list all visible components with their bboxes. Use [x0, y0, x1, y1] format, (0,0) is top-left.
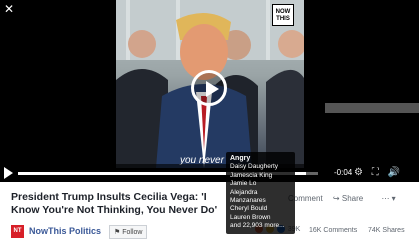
play-button[interactable] — [191, 70, 227, 106]
tooltip-name: Alejandra Manzanares — [230, 188, 266, 205]
video-controls: -0:04 ⚙ ⛶ 🔊 — [0, 164, 419, 182]
tooltip-name: Daisy Daugherty — [230, 163, 279, 171]
nowthis-logo: NOW THIS — [272, 4, 294, 26]
tooltip-more: and 22,903 more... — [230, 222, 285, 230]
overlay-bar — [325, 103, 419, 113]
play-icon[interactable] — [4, 167, 13, 179]
video-player[interactable]: ✕ NOW THIS you never -0:04 ⚙ ⛶ 🔊 — [0, 0, 419, 182]
tooltip-name: Jamescia King — [230, 171, 273, 179]
comments-count[interactable]: 16K Comments — [309, 227, 357, 234]
tooltip-header: Angry — [230, 155, 251, 162]
tooltip-name: Jamie Lo — [230, 180, 257, 188]
tooltip-name: Lauren Brown — [230, 213, 271, 221]
page-avatar[interactable]: NT — [11, 225, 24, 238]
share-button[interactable]: ↪ Share — [333, 194, 371, 203]
share-label: Share — [341, 194, 364, 203]
page-name[interactable]: NowThis Politics — [29, 226, 101, 236]
more-options-icon[interactable]: ⋯ ▾ — [381, 194, 395, 203]
tooltip-name: Cheryl Bould — [230, 205, 268, 213]
follow-button[interactable]: ⚑ Follow — [109, 225, 148, 239]
close-icon[interactable]: ✕ — [4, 2, 14, 16]
post-title[interactable]: President Trump Insults Cecilia Vega: 'I… — [11, 191, 226, 217]
shares-count[interactable]: 74K Shares — [368, 227, 405, 234]
follow-label: Follow — [122, 229, 143, 236]
reaction-tooltip: Angry Daisy Daugherty Jamescia King Jami… — [226, 152, 295, 234]
time-remaining: -0:04 — [334, 168, 353, 177]
player-control-icons[interactable]: ⚙ ⛶ 🔊 — [354, 167, 403, 178]
post-actions: Comment ↪ Share ⋯ ▾ — [288, 194, 404, 203]
